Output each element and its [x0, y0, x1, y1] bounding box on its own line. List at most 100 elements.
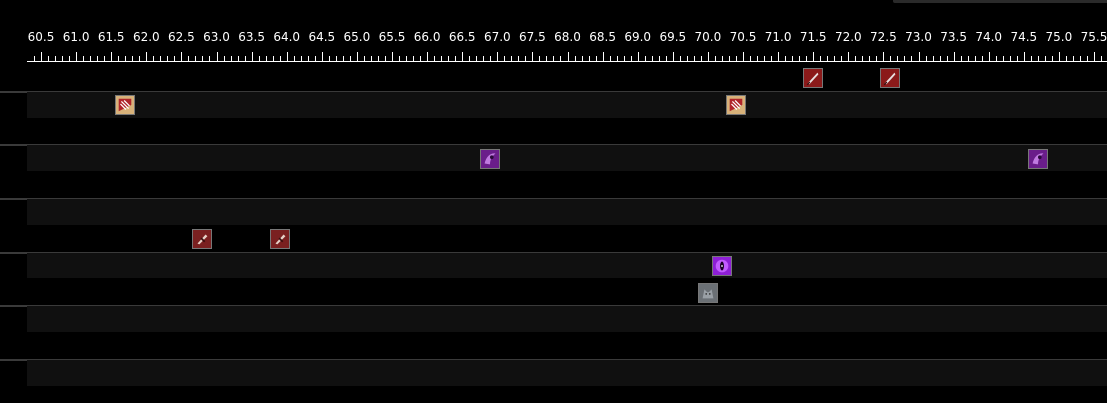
- minor-tick: [806, 56, 807, 61]
- minor-tick: [834, 56, 835, 61]
- tick-label: 71.5: [799, 30, 827, 44]
- minor-tick: [294, 56, 295, 61]
- row-gutter-divider: [0, 359, 27, 361]
- minor-tick: [729, 56, 730, 61]
- red-claw-icon[interactable]: [115, 95, 135, 115]
- timeline-row[interactable]: [0, 358, 1107, 386]
- minor-tick: [841, 56, 842, 61]
- minor-tick: [231, 56, 232, 61]
- tick-label: 73.0: [905, 30, 932, 44]
- major-tick: [708, 52, 709, 61]
- minor-tick: [55, 56, 56, 61]
- minor-tick: [371, 56, 372, 61]
- minor-tick: [153, 56, 154, 61]
- minor-tick: [757, 56, 758, 61]
- minor-tick: [273, 56, 274, 61]
- timeline-row[interactable]: [0, 332, 1107, 359]
- tick-label: 63.0: [203, 30, 230, 44]
- major-tick: [41, 52, 42, 61]
- tick-label: 70.0: [694, 30, 722, 44]
- major-tick: [813, 52, 814, 61]
- timeline-row[interactable]: [0, 64, 1107, 91]
- major-tick: [217, 52, 218, 61]
- major-tick: [778, 52, 779, 61]
- minor-tick: [69, 56, 70, 61]
- timeline-panel[interactable]: 60.5 61.0 61.5 62.0 62.5 63.0 63.5 64.0 64.5 65.0…: [0, 0, 1107, 403]
- crimson-strike-icon[interactable]: [192, 229, 212, 249]
- minor-tick: [329, 56, 330, 61]
- minor-tick: [511, 56, 512, 61]
- minor-tick: [202, 56, 203, 61]
- minor-tick: [610, 56, 611, 61]
- major-tick: [462, 52, 463, 61]
- minor-tick: [448, 56, 449, 61]
- minor-tick: [546, 56, 547, 61]
- minor-tick: [308, 56, 309, 61]
- timeline-row[interactable]: [0, 144, 1107, 172]
- timeline-row[interactable]: [0, 224, 1107, 252]
- minor-tick: [736, 56, 737, 61]
- row-gutter: [0, 332, 27, 359]
- major-tick: [638, 52, 639, 61]
- minor-tick: [961, 56, 962, 61]
- purple-reaper-icon[interactable]: [1028, 149, 1048, 169]
- minor-tick: [715, 56, 716, 61]
- tick-label: 61.0: [62, 30, 90, 44]
- red-blade-icon[interactable]: [803, 68, 823, 88]
- timeline-row[interactable]: [0, 198, 1107, 225]
- minor-tick: [1010, 56, 1011, 61]
- tick-label: 67.5: [519, 30, 546, 44]
- minor-tick: [827, 56, 828, 61]
- red-claw-icon[interactable]: [726, 95, 746, 115]
- minor-tick: [259, 56, 260, 61]
- minor-tick: [280, 56, 281, 61]
- purple-reaper-icon[interactable]: [480, 149, 500, 169]
- minor-tick: [694, 56, 695, 61]
- minor-tick: [589, 56, 590, 61]
- minor-tick: [160, 56, 161, 61]
- major-tick: [392, 52, 393, 61]
- timeline-row[interactable]: [0, 171, 1107, 198]
- minor-tick: [722, 56, 723, 61]
- timeline-row[interactable]: [0, 305, 1107, 332]
- timeline-row[interactable]: [0, 117, 1107, 145]
- tick-label: 72.0: [834, 30, 862, 44]
- minor-tick: [926, 56, 927, 61]
- minor-tick: [350, 56, 351, 61]
- major-tick: [532, 52, 533, 61]
- violet-eye-icon[interactable]: [712, 256, 732, 276]
- minor-tick: [83, 56, 84, 61]
- minor-tick: [560, 56, 561, 61]
- minor-tick: [1045, 56, 1046, 61]
- major-tick: [1024, 52, 1025, 61]
- minor-tick: [245, 56, 246, 61]
- tick-label: 69.0: [624, 30, 652, 44]
- minor-tick: [518, 56, 519, 61]
- timeline-row[interactable]: [0, 278, 1107, 306]
- minor-tick: [652, 56, 653, 61]
- tick-label: 60.5: [27, 30, 55, 44]
- minor-tick: [476, 56, 477, 61]
- minor-tick: [118, 56, 119, 61]
- minor-tick: [792, 56, 793, 61]
- row-gutter: [0, 224, 27, 252]
- minor-tick: [224, 56, 225, 61]
- major-tick: [287, 52, 288, 61]
- time-ruler: 60.5 61.0 61.5 62.0 62.5 63.0 63.5 64.0 64.5 65.0…: [0, 0, 1107, 64]
- minor-tick: [469, 56, 470, 61]
- crimson-strike-icon[interactable]: [270, 229, 290, 249]
- row-gutter: [0, 91, 27, 118]
- minor-tick: [406, 56, 407, 61]
- minor-tick: [933, 56, 934, 61]
- minor-tick: [1080, 56, 1081, 61]
- grey-wolf-icon[interactable]: [698, 283, 718, 303]
- minor-tick: [420, 56, 421, 61]
- tick-label: 74.5: [1010, 30, 1038, 44]
- row-gutter: [0, 145, 27, 172]
- minor-tick: [750, 56, 751, 61]
- red-blade-icon[interactable]: [880, 68, 900, 88]
- major-tick: [427, 52, 428, 61]
- timeline-row[interactable]: [0, 90, 1107, 118]
- timeline-row[interactable]: [0, 251, 1107, 279]
- tick-label: 61.5: [97, 30, 125, 44]
